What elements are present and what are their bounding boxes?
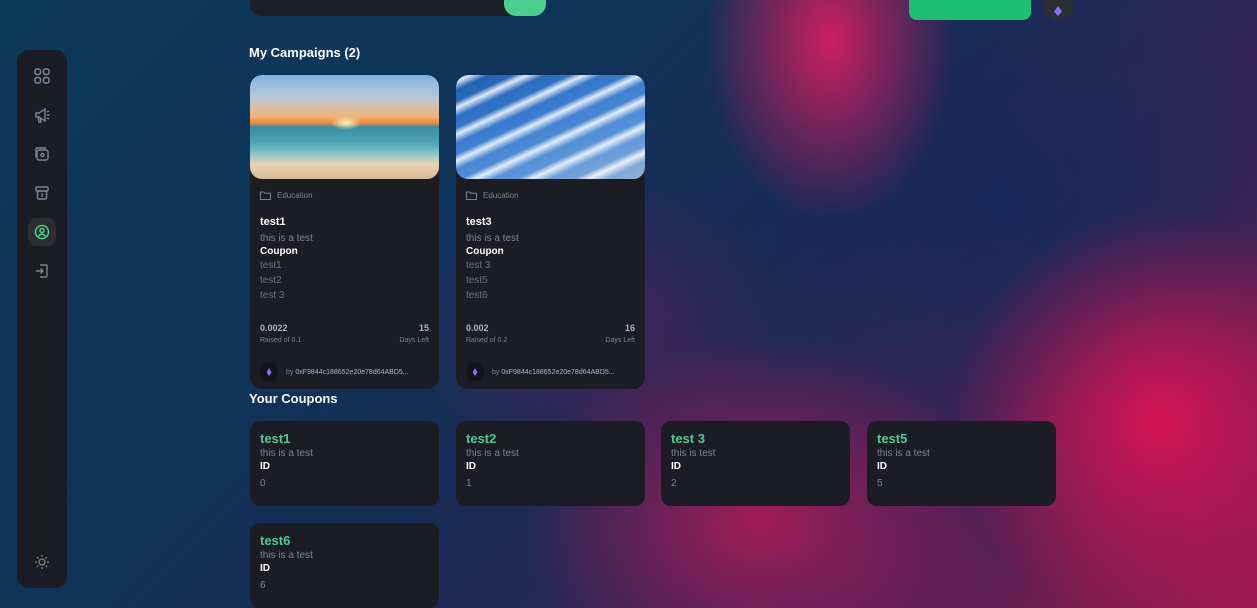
- coupon-card[interactable]: test6 this is a test ID 6: [250, 523, 439, 608]
- coupon-item: test5: [466, 275, 488, 286]
- coupon-id-label: ID: [260, 563, 270, 574]
- coupon-description: this is a test: [260, 448, 313, 459]
- sidebar-item-campaigns[interactable]: [28, 101, 56, 129]
- sidebar-item-dashboard[interactable]: [28, 62, 56, 90]
- category-label: Education: [483, 191, 519, 200]
- coupon-name: test2: [466, 431, 497, 446]
- days-label: Days Left: [605, 337, 635, 344]
- owner-address: 0xF9844c188652e20e78d64ABD5...: [295, 368, 409, 376]
- days-stat: 15 Days Left: [399, 323, 429, 344]
- campaign-owner: by 0xF9844c188652e20e78d64ABD5...: [260, 363, 431, 381]
- coupon-item: test1: [260, 260, 282, 271]
- days-label: Days Left: [399, 337, 429, 344]
- raised-stat: 0.002 Raised of 0.2: [466, 323, 507, 344]
- coupon-id: 0: [260, 478, 266, 489]
- coupon-id: 1: [466, 478, 472, 489]
- my-campaigns-title: My Campaigns (2): [249, 45, 361, 60]
- ethereum-icon: [472, 368, 478, 376]
- coupon-name: test5: [877, 431, 908, 446]
- sun-icon: [35, 555, 49, 569]
- campaign-category: Education: [260, 191, 429, 200]
- campaign-image: [456, 75, 645, 179]
- coupon-card[interactable]: test2 this is a test ID 1: [456, 421, 645, 506]
- campaign-title: test1: [260, 216, 286, 228]
- campaign-image: [250, 75, 439, 179]
- coupon-item: test2: [260, 275, 282, 286]
- raised-value: 0.0022: [260, 323, 288, 333]
- logout-icon: [36, 264, 48, 278]
- create-campaign-button[interactable]: [909, 0, 1031, 20]
- profile-icon: [34, 224, 50, 240]
- ethereum-icon: [1054, 6, 1062, 16]
- folder-icon: [466, 191, 477, 200]
- coupon-item: test 3: [260, 290, 285, 301]
- days-value: 15: [418, 323, 429, 333]
- search-button[interactable]: [504, 0, 546, 16]
- campaign-owner: by 0xF9844c188652e20e78d64ABD5...: [466, 363, 637, 381]
- category-label: Education: [277, 191, 313, 200]
- campaign-card[interactable]: Education test1 this is a test Coupon te…: [250, 75, 439, 389]
- coupon-card[interactable]: test5 this is a test ID 5: [867, 421, 1056, 506]
- campaign-title: test3: [466, 216, 492, 228]
- days-stat: 16 Days Left: [605, 323, 635, 344]
- raised-label: Raised of 0.1: [260, 337, 302, 344]
- coupon-name: test1: [260, 431, 291, 446]
- by-label: by: [286, 368, 294, 376]
- coupon-description: this is a test: [260, 550, 313, 561]
- owner-avatar: [466, 363, 484, 381]
- raised-label: Raised of 0.2: [466, 337, 508, 344]
- coupon-id-label: ID: [877, 461, 887, 472]
- coupon-id-label: ID: [466, 461, 476, 472]
- sidebar-item-withdraw[interactable]: [28, 179, 56, 207]
- coupon-card[interactable]: test 3 this is test ID 2: [661, 421, 850, 506]
- by-label: by: [492, 368, 500, 376]
- campaign-card[interactable]: Education test3 this is a test Coupon te…: [456, 75, 645, 389]
- dashboard-icon: [34, 68, 50, 84]
- coupon-name: test 3: [671, 431, 705, 446]
- payment-icon: [35, 147, 49, 161]
- coupon-id: 5: [877, 478, 883, 489]
- coupon-id-label: ID: [260, 461, 270, 472]
- sidebar-item-profile[interactable]: [28, 218, 56, 246]
- coupon-name: test6: [260, 533, 291, 548]
- coupon-description: this is a test: [877, 448, 930, 459]
- coupon-card[interactable]: test1 this is a test ID 0: [250, 421, 439, 506]
- theme-toggle[interactable]: [28, 548, 56, 576]
- coupon-item: test6: [466, 290, 488, 301]
- search-bar[interactable]: [250, 0, 546, 16]
- coupon-description: this is a test: [466, 448, 519, 459]
- coupon-item: test 3: [466, 260, 491, 271]
- owner-address: 0xF9844c188652e20e78d64ABD5...: [501, 368, 615, 376]
- coupon-id: 2: [671, 478, 677, 489]
- coupon-id-label: ID: [671, 461, 681, 472]
- coupon-description: this is test: [671, 448, 716, 459]
- sidebar-item-payment[interactable]: [28, 140, 56, 168]
- folder-icon: [260, 191, 271, 200]
- megaphone-icon: [35, 107, 50, 123]
- coupon-label: Coupon: [260, 246, 298, 257]
- ethereum-icon: [266, 368, 272, 376]
- days-value: 16: [624, 323, 635, 333]
- campaign-description: this is a test: [466, 233, 519, 244]
- your-coupons-title: Your Coupons: [249, 391, 338, 406]
- sidebar: [17, 50, 67, 588]
- coupon-id: 6: [260, 580, 266, 591]
- profile-avatar[interactable]: [1043, 0, 1073, 20]
- campaign-category: Education: [466, 191, 635, 200]
- sidebar-item-logout[interactable]: [28, 257, 56, 285]
- owner-avatar: [260, 363, 278, 381]
- coupon-label: Coupon: [466, 246, 504, 257]
- campaign-description: this is a test: [260, 233, 313, 244]
- withdraw-icon: [35, 186, 49, 200]
- raised-stat: 0.0022 Raised of 0.1: [260, 323, 301, 344]
- raised-value: 0.002: [466, 323, 489, 333]
